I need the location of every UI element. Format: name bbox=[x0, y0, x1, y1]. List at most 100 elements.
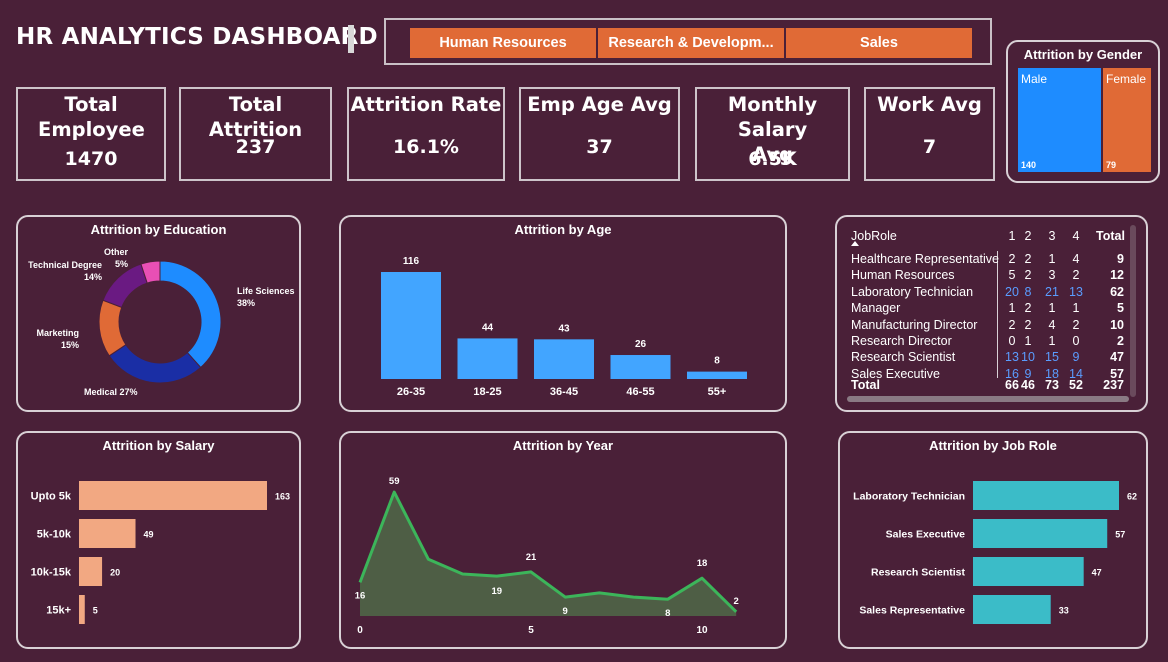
kpi-label: Emp Age Avg bbox=[527, 93, 672, 116]
table-row-value: 4 bbox=[1048, 317, 1056, 332]
table-total-value: 73 bbox=[1045, 378, 1059, 392]
year-point-label: 8 bbox=[665, 608, 670, 619]
table-divider bbox=[997, 251, 998, 396]
salary-bar bbox=[79, 595, 85, 624]
year-point-label: 19 bbox=[492, 586, 503, 597]
table-row-value: 2 bbox=[1024, 317, 1032, 332]
year-point-label: 18 bbox=[697, 558, 708, 569]
salary-category-label: 10k-15k bbox=[31, 567, 72, 579]
age-bar-value: 116 bbox=[403, 256, 420, 267]
table-row-total: 12 bbox=[1110, 268, 1124, 283]
year-point-label: 2 bbox=[734, 596, 739, 607]
year-point-label: 9 bbox=[563, 606, 568, 617]
age-tick-label: 55+ bbox=[708, 386, 727, 398]
table-header-col: 4 bbox=[1072, 229, 1080, 243]
gender-chart: Male 140 Female 79 bbox=[1018, 68, 1151, 172]
year-tick-label: 0 bbox=[357, 625, 363, 636]
kpi-work-avg: Work Avg 7 bbox=[864, 87, 995, 181]
table-row-role: Laboratory Technician bbox=[851, 284, 974, 299]
age-card: Attrition by Age 116 26-35 44 18-25 43 36-45 2… bbox=[339, 215, 787, 412]
table-row-value: 1 bbox=[1048, 301, 1056, 316]
age-chart: 116 26-35 44 18-25 43 36-45 26 46-55 8 55+ bbox=[381, 256, 747, 398]
table-row-total: 5 bbox=[1117, 301, 1124, 316]
vertical-scrollbar[interactable] bbox=[1130, 225, 1136, 397]
kpi-label: Total Attrition bbox=[208, 93, 303, 141]
table-row-role: Research Director bbox=[851, 334, 952, 348]
donut-pct-label: 5% bbox=[115, 259, 128, 269]
year-area-fill bbox=[360, 492, 737, 616]
table-row-value: 15 bbox=[1045, 350, 1059, 365]
kpi-emp-age-avg: Emp Age Avg 37 bbox=[519, 87, 680, 181]
jobrole-table-card: JobRole 1 2 3 4 Total Healthcare Representativ… bbox=[835, 215, 1148, 412]
jobrole-matrix: JobRole 1 2 3 4 Total Healthcare Representativ… bbox=[837, 217, 1146, 410]
treemap-value: 79 bbox=[1106, 160, 1116, 170]
salary-bar bbox=[79, 557, 103, 586]
salary-category-label: 5k-10k bbox=[37, 529, 72, 541]
kpi-total-employee: Total Employee 1470 bbox=[16, 87, 166, 181]
kpi-value: 6.5K bbox=[748, 148, 797, 170]
donut-slice-life-sciences bbox=[159, 260, 222, 369]
table-row-role: Human Resources bbox=[851, 268, 955, 283]
donut-category-label: Other bbox=[104, 247, 129, 257]
table-total-value: 52 bbox=[1069, 378, 1083, 392]
year-chart: 16 59 19 21 9 8 18 2 0 5 10 bbox=[355, 476, 739, 636]
year-point-label: 21 bbox=[526, 552, 537, 563]
kpi-total-attrition: Total Attrition 237 bbox=[179, 87, 332, 181]
slicer-research-development[interactable]: Research & Developm... bbox=[598, 28, 784, 58]
table-row-value: 2 bbox=[1024, 301, 1032, 316]
table-row-value: 9 bbox=[1072, 350, 1080, 365]
donut-category-label: Technical Degree bbox=[28, 260, 102, 270]
jobrole-bar-value: 57 bbox=[1115, 530, 1125, 540]
age-bar-value: 8 bbox=[714, 356, 720, 367]
age-tick-label: 36-45 bbox=[550, 386, 578, 398]
kpi-value: 16.1% bbox=[393, 136, 459, 158]
jobrole-bar bbox=[973, 595, 1051, 624]
age-bar-value: 43 bbox=[558, 323, 570, 334]
treemap-value: 140 bbox=[1021, 160, 1036, 170]
slicer-sales[interactable]: Sales bbox=[786, 28, 972, 58]
year-point-label: 59 bbox=[389, 476, 400, 487]
salary-category-label: Upto 5k bbox=[31, 491, 72, 503]
table-row-role: Healthcare Representative bbox=[851, 252, 999, 266]
table-total-grand: 237 bbox=[1103, 378, 1124, 392]
sort-arrow-icon bbox=[851, 241, 859, 246]
kpi-label: Attrition Rate bbox=[350, 93, 502, 116]
jobrole-category-label: Sales Representative bbox=[859, 605, 965, 617]
age-bar bbox=[687, 371, 747, 379]
table-row-total: 9 bbox=[1117, 252, 1124, 266]
salary-category-label: 15k+ bbox=[46, 605, 71, 617]
salary-bar bbox=[79, 519, 136, 548]
table-row-value: 1 bbox=[1072, 301, 1080, 316]
kpi-label: Work Avg bbox=[877, 93, 982, 116]
slicer-human-resources[interactable]: Human Resources bbox=[410, 28, 596, 58]
table-row-value: 2 bbox=[1072, 268, 1080, 283]
table-row-role: Manager bbox=[851, 301, 901, 316]
donut-pct-label: 38% bbox=[237, 298, 255, 308]
education-card: Attrition by Education Life Sciences 38% M… bbox=[16, 215, 301, 412]
text-cursor bbox=[348, 25, 354, 53]
salary-bar-value: 20 bbox=[110, 568, 120, 578]
year-card: Attrition by Year 16 59 19 21 9 8 18 2 0 5 10 bbox=[339, 431, 787, 649]
kpi-value: 37 bbox=[586, 136, 613, 158]
table-row-value: 0 bbox=[1072, 334, 1080, 348]
table-row-value: 10 bbox=[1021, 350, 1035, 365]
department-slicer: Human Resources Research & Developm... S… bbox=[384, 18, 992, 65]
year-tick-label: 10 bbox=[696, 625, 708, 636]
jobrole-bar bbox=[973, 481, 1119, 510]
donut-slice-marketing bbox=[98, 299, 127, 357]
age-bar bbox=[381, 272, 441, 379]
age-bar-value: 26 bbox=[635, 339, 647, 350]
table-row-role: Research Scientist bbox=[851, 350, 956, 365]
salary-bar-value: 5 bbox=[93, 606, 98, 616]
age-tick-label: 46-55 bbox=[626, 386, 654, 398]
salary-bar-value: 49 bbox=[144, 530, 154, 540]
salary-bar bbox=[79, 481, 267, 510]
jobrole-category-label: Laboratory Technician bbox=[853, 491, 965, 503]
gender-card: Attrition by Gender Male 140 Female 79 bbox=[1006, 40, 1160, 183]
table-row-role: Manufacturing Director bbox=[851, 317, 978, 332]
horizontal-scrollbar[interactable] bbox=[847, 396, 1129, 402]
jobrole-bar-value: 33 bbox=[1059, 606, 1069, 616]
kpi-value: 7 bbox=[922, 136, 937, 158]
table-row-value: 3 bbox=[1048, 268, 1056, 283]
table-row-value: 4 bbox=[1072, 252, 1080, 266]
